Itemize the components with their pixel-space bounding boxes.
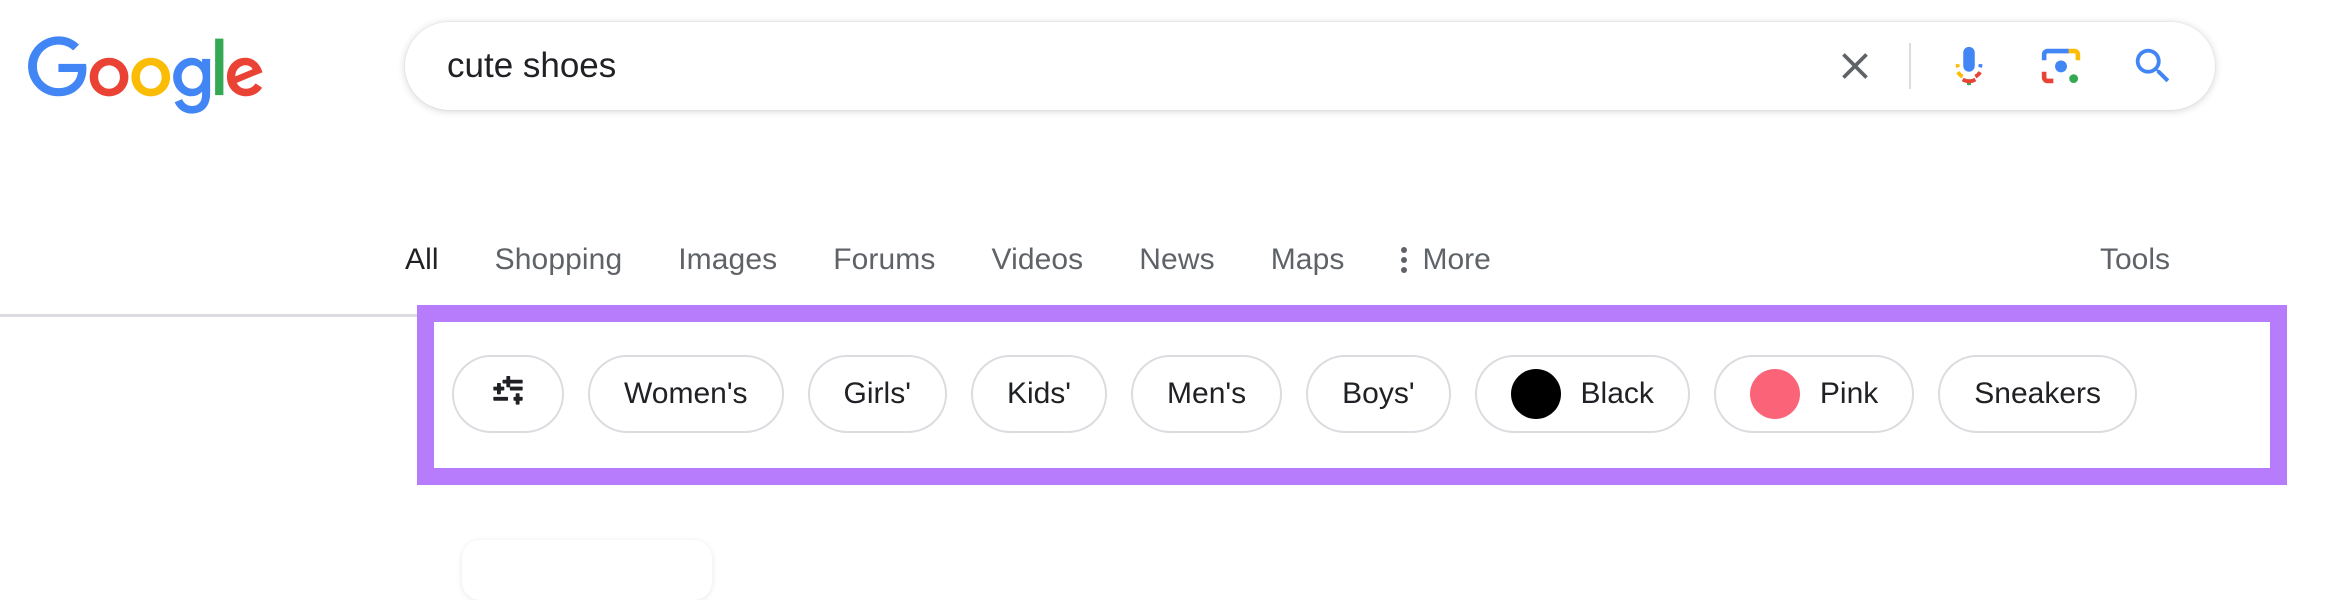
filter-chip-black[interactable]: Black xyxy=(1474,355,1690,433)
google-lens-icon[interactable] xyxy=(2025,30,2097,102)
chip-label: Kids' xyxy=(1006,377,1072,410)
tab-videos[interactable]: Videos xyxy=(992,243,1084,277)
filter-chip-girls[interactable]: Girls' xyxy=(807,355,947,433)
microphone-icon[interactable] xyxy=(1933,30,2005,102)
close-icon[interactable] xyxy=(1819,30,1891,102)
filter-chip-mens[interactable]: Men's xyxy=(1131,355,1283,433)
chip-label: Pink xyxy=(1819,377,1879,410)
search-icon[interactable] xyxy=(2117,30,2189,102)
vertical-dots-icon xyxy=(1400,247,1408,273)
tab-all[interactable]: All xyxy=(405,243,439,277)
tab-maps[interactable]: Maps xyxy=(1271,243,1345,277)
nav-separator xyxy=(0,314,418,317)
more-menu-label: More xyxy=(1422,243,1491,276)
tools-label: Tools xyxy=(2100,243,2171,276)
tab-shopping[interactable]: Shopping xyxy=(495,243,623,277)
chip-label: Men's xyxy=(1167,377,1247,410)
search-input[interactable] xyxy=(405,22,1819,110)
tab-news[interactable]: News xyxy=(1139,243,1214,277)
tune-filter-icon xyxy=(486,372,530,416)
google-logo[interactable] xyxy=(26,36,266,116)
search-nav-tabs: All Shopping Images Forums Videos News M… xyxy=(405,232,1491,288)
filter-chip-boys[interactable]: Boys' xyxy=(1306,355,1451,433)
filter-chip-pink[interactable]: Pink xyxy=(1713,355,1915,433)
chip-label: Women's xyxy=(624,377,748,410)
chip-label: Black xyxy=(1580,377,1654,410)
search-divider xyxy=(1909,43,1911,89)
filter-chip-kids[interactable]: Kids' xyxy=(970,355,1108,433)
chip-label: Boys' xyxy=(1342,377,1415,410)
filter-chips-row: Women's Girls' Kids' Men's Boys' Black P… xyxy=(452,355,2161,433)
filter-chip-sneakers[interactable]: Sneakers xyxy=(1938,355,2138,433)
color-swatch-pink xyxy=(1749,369,1800,419)
tab-images[interactable]: Images xyxy=(678,243,777,277)
filter-chip-womens[interactable]: Women's xyxy=(588,355,784,433)
search-box[interactable] xyxy=(405,22,2215,110)
tab-forums[interactable]: Forums xyxy=(833,243,935,277)
filter-settings-chip[interactable] xyxy=(452,355,564,433)
chip-label: Girls' xyxy=(843,377,911,410)
more-menu-button[interactable]: More xyxy=(1400,243,1491,277)
color-swatch-black xyxy=(1510,369,1561,419)
result-card-peek xyxy=(462,540,712,600)
tools-button[interactable]: Tools xyxy=(2100,232,2170,288)
chip-label: Sneakers xyxy=(1974,377,2102,410)
